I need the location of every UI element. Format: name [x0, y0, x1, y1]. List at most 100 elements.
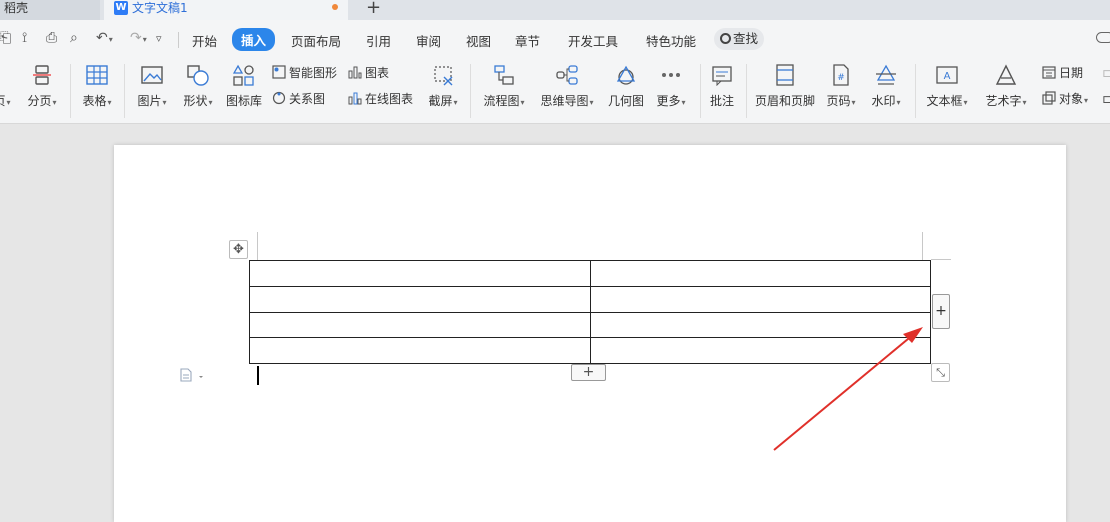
shape-icon: [187, 65, 209, 86]
table-cell[interactable]: [589, 311, 931, 339]
online-chart-button[interactable]: 在线图表: [348, 90, 413, 108]
margin-mark: [931, 259, 951, 260]
mindmap-icon: [556, 65, 578, 85]
print-preview-icon[interactable]: ⌕: [70, 30, 78, 46]
redo-icon[interactable]: ↷▾: [130, 30, 147, 46]
table-label: 表格: [82, 94, 107, 108]
search-button[interactable]: 查找: [714, 28, 765, 50]
more-button[interactable]: 更多▾: [652, 58, 690, 124]
cut-off-ribbon-icon-2: ⊏: [1102, 92, 1110, 106]
shape-button[interactable]: 形状▾: [177, 58, 219, 124]
paragraph-layout-icon[interactable]: [180, 368, 204, 382]
margin-mark: [257, 232, 258, 260]
relation-chart-label: 关系图: [289, 92, 326, 106]
screenshot-button[interactable]: 截屏▾: [425, 58, 461, 124]
calendar-icon: [1042, 66, 1056, 79]
flowchart-button[interactable]: 流程图▾: [478, 58, 530, 124]
geometry-button[interactable]: 几何图: [604, 58, 648, 124]
table-move-handle[interactable]: ✥: [229, 240, 248, 259]
word-art-button[interactable]: 艺术字▾: [980, 58, 1032, 124]
add-column-button[interactable]: +: [932, 294, 950, 329]
menu-page-layout[interactable]: 页面布局: [291, 31, 341, 50]
picture-label: 图片: [137, 94, 162, 108]
writer-doc-icon: W: [114, 1, 128, 15]
relation-chart-icon: [272, 91, 286, 105]
section-break-label: 分页: [27, 94, 52, 108]
table-cell[interactable]: [249, 285, 591, 313]
svg-text:#: #: [837, 73, 845, 83]
watermark-button[interactable]: 水印▾: [866, 58, 906, 124]
page-number-button[interactable]: # 页码▾: [822, 58, 860, 124]
customize-toolbar-icon[interactable]: ▿: [156, 32, 162, 45]
table-cell[interactable]: [249, 337, 591, 364]
cloud-icon[interactable]: [1096, 32, 1110, 43]
ribbon-separator: [700, 64, 701, 118]
save-icon[interactable]: ⎗: [0, 30, 11, 46]
relation-chart-button[interactable]: 关系图: [272, 90, 325, 108]
text-box-button[interactable]: A 文本框▾: [922, 58, 972, 124]
menu-view[interactable]: 视图: [466, 31, 491, 50]
object-button[interactable]: 对象▾: [1042, 90, 1088, 108]
menu-special-features[interactable]: 特色功能: [646, 31, 696, 50]
table-icon: [86, 65, 108, 85]
ribbon-separator: [915, 64, 916, 118]
menu-separator: [178, 32, 179, 48]
object-icon: [1042, 91, 1056, 105]
page-label: 页: [0, 94, 6, 108]
menu-review[interactable]: 审阅: [416, 31, 441, 50]
section-break-button[interactable]: 分页▾: [22, 58, 62, 124]
page-break-icon: [33, 65, 51, 85]
tab-document[interactable]: W 文字文稿1: [104, 0, 348, 20]
icon-library-label: 图标库: [225, 94, 262, 108]
comment-button[interactable]: 批注: [706, 58, 738, 124]
table-cell[interactable]: [249, 260, 591, 287]
word-art-label: 艺术字: [985, 94, 1022, 108]
page-button[interactable]: 页▾: [0, 58, 14, 124]
tab-daoke[interactable]: 稻壳: [0, 0, 100, 20]
icon-library-icon: [233, 64, 254, 86]
print-icon[interactable]: ⎙: [46, 30, 57, 46]
icon-library-button[interactable]: 图标库: [222, 58, 266, 124]
ribbon-separator: [746, 64, 747, 118]
unsaved-dot-icon: [332, 4, 338, 10]
menu-developer[interactable]: 开发工具: [568, 31, 618, 50]
table-cell[interactable]: [249, 311, 591, 339]
svg-text:A: A: [944, 71, 951, 82]
menu-references[interactable]: 引用: [366, 31, 391, 50]
ribbon-separator: [124, 64, 125, 118]
table-resize-handle[interactable]: ⤡: [931, 363, 950, 382]
format-painter-icon[interactable]: ⟟: [22, 30, 27, 46]
undo-icon[interactable]: ↶▾: [96, 30, 113, 46]
smart-art-icon: [272, 65, 286, 79]
more-label: 更多: [656, 94, 681, 108]
smart-art-label: 智能图形: [289, 66, 338, 80]
flowchart-icon: [494, 65, 514, 85]
header-footer-button[interactable]: 页眉和页脚: [752, 58, 818, 124]
table-button[interactable]: 表格▾: [76, 58, 118, 124]
menu-bar: ⎗ ⟟ ⎙ ⌕ ↶▾ ↷▾ ▿ 开始 插入 页面布局 引用 审阅 视图 章节 开…: [0, 20, 1110, 58]
smart-art-button[interactable]: 智能图形: [272, 64, 337, 82]
picture-icon: [141, 66, 163, 84]
menu-home[interactable]: 开始: [192, 31, 217, 50]
insert-ribbon: 页▾ 分页▾ 表格▾ 图片▾ 形状▾ 图标库 智能图形 图表: [0, 58, 1110, 124]
document-table[interactable]: [249, 260, 931, 364]
geometry-label: 几何图: [607, 94, 644, 108]
add-row-button[interactable]: +: [571, 364, 606, 381]
table-cell[interactable]: [589, 337, 931, 364]
table-cell[interactable]: [589, 285, 931, 313]
mindmap-button[interactable]: 思维导图▾: [536, 58, 598, 124]
online-chart-icon: [348, 92, 362, 105]
more-icon: [662, 73, 680, 77]
new-tab-button[interactable]: +: [366, 0, 381, 18]
watermark-label: 水印: [871, 94, 896, 108]
table-cell[interactable]: [589, 260, 931, 287]
table-row: [249, 337, 931, 364]
word-art-icon: [995, 64, 1017, 85]
picture-button[interactable]: 图片▾: [131, 58, 173, 124]
watermark-icon: [876, 64, 896, 85]
menu-insert[interactable]: 插入: [232, 28, 276, 51]
chart-button[interactable]: 图表: [348, 64, 389, 82]
date-button[interactable]: 日期: [1042, 64, 1083, 82]
flowchart-label: 流程图: [483, 94, 520, 108]
menu-chapter[interactable]: 章节: [515, 31, 540, 50]
